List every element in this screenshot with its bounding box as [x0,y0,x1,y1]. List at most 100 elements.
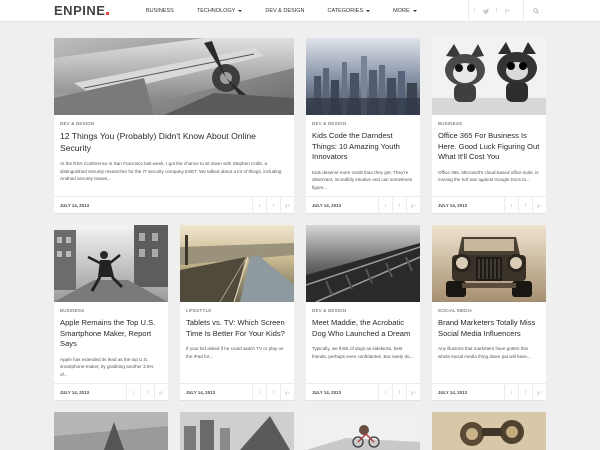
post-date: JULY 14, 2013 [60,390,90,395]
post-excerpt: Kids deserve more credit than they get. … [312,169,413,190]
share-facebook-icon[interactable]: f [518,384,532,400]
post-image-airplane[interactable] [54,38,294,115]
share-google-plus-icon[interactable]: g+ [154,384,168,400]
tumblr-icon[interactable]: t [469,0,480,22]
post-category[interactable]: SOCIAL MEDIA [438,308,540,314]
post-title[interactable]: Meet Maddie, the Acrobatic Dog Who Launc… [312,318,414,339]
post-footer: JULY 14, 2013 t f g+ [54,196,294,213]
share-buttons: t f g+ [252,384,294,400]
post-image-toys[interactable] [432,38,546,115]
post-title[interactable]: 12 Things You (Probably) Didn't Know Abo… [60,131,288,154]
post-date: JULY 14, 2013 [312,203,342,208]
share-buttons: t f g+ [252,197,294,213]
share-twitter-icon[interactable]: t [504,197,518,213]
post-date: JULY 14, 2013 [438,390,468,395]
post-excerpt: Any illusions that marketers have gotten… [438,346,531,359]
share-facebook-icon[interactable]: f [518,197,532,213]
share-google-plus-icon[interactable]: g+ [532,197,546,213]
share-twitter-icon[interactable]: t [378,197,392,213]
post-body: SOCIAL MEDIA Brand Marketers Totally Mis… [432,302,546,360]
post-excerpt: Apple has extended its lead as the top U… [60,356,154,377]
share-google-plus-icon[interactable]: g+ [280,197,294,213]
share-twitter-icon[interactable]: t [252,384,266,400]
post-card[interactable]: LIFESTYLE Tablets vs. TV: Which Screen T… [180,225,294,401]
share-twitter-icon[interactable]: t [126,384,140,400]
post-image-railroad[interactable] [306,225,420,302]
post-footer: JULY 14, 2013 t f g+ [432,196,546,213]
nav-business[interactable]: BUSINESS [146,8,174,14]
post-body: LIFESTYLE Tablets vs. TV: Which Screen T… [180,302,294,360]
nav-more[interactable]: MORE [393,8,417,14]
chevron-down-icon [412,10,417,12]
share-buttons: t f g+ [378,197,420,213]
nav-categories[interactable]: CATEGORIES [327,8,371,14]
share-google-plus-icon[interactable]: g+ [532,384,546,400]
post-body: BUSINESS Office 365 For Business Is Here… [432,115,546,184]
post-card-partial[interactable] [306,412,420,450]
post-title[interactable]: Apple Remains the Top U.S. Smartphone Ma… [60,318,162,350]
facebook-icon[interactable]: f [491,0,502,22]
search-icon [532,8,539,14]
site-header: ENPINE BUSINESS TECHNOLOGY DEV & DESIGN … [0,0,600,22]
post-card[interactable]: DEV & DESIGN Meet Maddie, the Acrobatic … [306,225,420,401]
search-button[interactable] [523,0,547,22]
nav-technology[interactable]: TECHNOLOGY [197,8,243,14]
post-card[interactable]: DEV & DESIGN Kids Code the Darndest Thin… [306,38,420,214]
post-card-partial[interactable] [432,412,546,450]
post-title[interactable]: Office 365 For Business Is Here. Good Lu… [438,131,540,163]
post-card[interactable]: BUSINESS Apple Remains the Top U.S. Smar… [54,225,168,401]
post-body: DEV & DESIGN Meet Maddie, the Acrobatic … [306,302,420,360]
post-card-partial[interactable] [180,412,294,450]
post-card[interactable]: DEV & DESIGN 12 Things You (Probably) Di… [54,38,294,214]
post-excerpt: If your kid asked if he could watch TV o… [186,346,284,359]
share-facebook-icon[interactable]: f [392,197,406,213]
share-google-plus-icon[interactable]: g+ [406,384,420,400]
post-category[interactable]: BUSINESS [438,121,540,127]
share-twitter-icon[interactable]: t [378,384,392,400]
logo-dot [106,12,110,15]
nav-dev-design[interactable]: DEV & DESIGN [265,8,304,14]
post-card-partial[interactable] [54,412,168,450]
post-image-vintage-car[interactable] [432,225,546,302]
post-category[interactable]: DEV & DESIGN [312,121,414,127]
google-plus-icon[interactable]: g+ [502,0,513,22]
post-image-partial[interactable] [180,412,294,450]
post-category[interactable]: DEV & DESIGN [60,121,288,127]
twitter-icon[interactable] [480,0,491,22]
post-date: JULY 14, 2013 [186,390,216,395]
share-twitter-icon[interactable]: t [504,384,518,400]
post-category[interactable]: LIFESTYLE [186,308,288,314]
post-image-partial[interactable] [432,412,546,450]
share-google-plus-icon[interactable]: g+ [280,384,294,400]
share-facebook-icon[interactable]: f [140,384,154,400]
post-category[interactable]: BUSINESS [60,308,162,314]
post-image-partial[interactable] [54,412,168,450]
post-footer: JULY 14, 2013 t f g+ [432,383,546,400]
post-card[interactable]: BUSINESS Office 365 For Business Is Here… [432,38,546,214]
share-facebook-icon[interactable]: f [266,384,280,400]
post-image-coastal-road[interactable] [180,225,294,302]
post-category[interactable]: DEV & DESIGN [312,308,414,314]
share-facebook-icon[interactable]: f [392,384,406,400]
post-image-partial[interactable] [306,412,420,450]
post-title[interactable]: Brand Marketers Totally Miss Social Medi… [438,318,540,339]
post-image-businessman[interactable] [54,225,168,302]
post-excerpt: At the RSA Conference in San Francisco l… [60,161,282,182]
share-buttons: t f g+ [378,384,420,400]
post-footer: JULY 14, 2013 t f g+ [306,196,420,213]
post-image-city[interactable] [306,38,420,115]
post-excerpt: Office 365, Microsoft's cloud-based offi… [438,169,539,183]
post-body: DEV & DESIGN 12 Things You (Probably) Di… [54,115,294,183]
post-title[interactable]: Kids Code the Darndest Things: 10 Amazin… [312,131,414,163]
share-facebook-icon[interactable]: f [266,197,280,213]
post-excerpt: Typically, we think of dogs as sidekicks… [312,346,414,359]
chevron-down-icon [366,10,371,12]
share-twitter-icon[interactable]: t [252,197,266,213]
main-nav: BUSINESS TECHNOLOGY DEV & DESIGN CATEGOR… [146,0,440,22]
share-buttons: t f g+ [504,384,546,400]
post-title[interactable]: Tablets vs. TV: Which Screen Time Is Bet… [186,318,288,339]
chevron-down-icon [238,10,243,12]
site-logo[interactable]: ENPINE [54,4,110,18]
share-google-plus-icon[interactable]: g+ [406,197,420,213]
post-card[interactable]: SOCIAL MEDIA Brand Marketers Totally Mis… [432,225,546,401]
